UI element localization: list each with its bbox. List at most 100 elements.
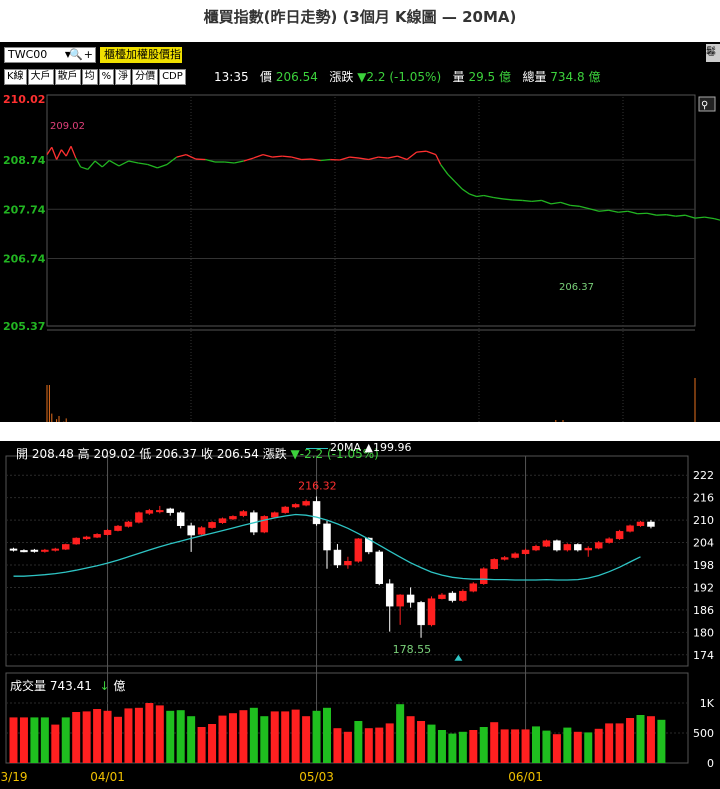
price-segment (685, 214, 696, 219)
y-tick-label: 186 (693, 604, 714, 617)
price-segment (65, 145, 72, 157)
volume-bar (626, 718, 635, 763)
volume-bar (406, 716, 415, 763)
candle-body (459, 590, 467, 601)
candle-body (51, 548, 60, 551)
price-value: 206.54 (275, 70, 318, 84)
tab-0[interactable]: K線 (4, 69, 27, 85)
price-segment (224, 161, 235, 164)
tab-3[interactable]: 均 (81, 69, 98, 85)
price-segment (378, 156, 388, 159)
volume-bar (479, 727, 488, 763)
quote-time: 13:35 (214, 70, 249, 84)
intraday-panel: TWC00 ▼ 🔍 + 櫃檯加權股價指 K線 大戶 散戶均% 淨分價 CDP 13:35… (0, 42, 720, 422)
tab-7[interactable]: CDP (159, 69, 186, 85)
price-segment (387, 155, 398, 159)
volume-bar (448, 733, 457, 763)
price-segment (51, 146, 58, 160)
candle-body (82, 536, 91, 540)
candle-body (93, 534, 101, 538)
volume-bar (9, 717, 18, 763)
volume-info: 成交量 743.41 ↓ 億 (10, 677, 125, 694)
candle-body (574, 544, 582, 551)
low-annotation: 178.55 (393, 643, 432, 656)
volume-bar (511, 729, 520, 763)
volume-bar (552, 734, 561, 763)
low-annotation: 206.37 (559, 282, 594, 293)
price-segment (469, 193, 477, 198)
y-tick-label: 180 (693, 626, 714, 639)
tab-1[interactable]: 大戶 (27, 69, 54, 85)
volume-bar (490, 722, 499, 763)
volume-bar (615, 723, 624, 763)
low-value: 206.37 (155, 447, 198, 461)
volume-bar (594, 728, 603, 763)
high-annotation: 209.02 (50, 121, 85, 132)
volume-bar (281, 711, 290, 763)
y-tick-label: 210 (693, 514, 714, 527)
volume-bar (500, 729, 509, 763)
volume-bar (260, 716, 269, 763)
y-tick-label: 216 (693, 492, 714, 505)
price-segment (176, 153, 187, 158)
price-segment (483, 194, 494, 199)
price-segment (416, 150, 427, 153)
candle-body (605, 538, 613, 543)
price-segment (368, 156, 379, 161)
ma-legend-name: 20MA (330, 441, 362, 454)
search-icon[interactable]: 🔍 (69, 48, 83, 62)
tab-5[interactable]: 淨 (115, 69, 132, 85)
y-tick-label: 198 (693, 559, 714, 572)
tab-2[interactable]: 散戶 (54, 69, 81, 85)
volume-bar (417, 721, 426, 763)
price-segment (109, 159, 120, 167)
candle-body (30, 549, 39, 552)
symbol-input[interactable]: TWC00 ▼ 🔍 + (4, 47, 96, 63)
total-value: 734.8 億 (550, 70, 601, 84)
candle-body (584, 547, 592, 551)
add-icon[interactable]: + (84, 48, 93, 62)
candle-body (176, 512, 185, 526)
candle-body (480, 568, 488, 584)
volume-bar (573, 731, 582, 763)
candle-body (500, 557, 509, 560)
symbol-name: 櫃檯加權股價指 (100, 47, 182, 63)
volume-bar (82, 711, 91, 763)
y-tick-label: 208.74 (3, 154, 46, 167)
volume-bar (61, 717, 70, 763)
price-segment (185, 154, 197, 160)
price-segment (608, 209, 619, 213)
candle-body (302, 501, 310, 506)
tab-6[interactable]: 分價 (132, 69, 159, 85)
price-segment (440, 164, 449, 175)
volume-bar (437, 730, 446, 763)
candle-body (406, 594, 415, 603)
corner-button[interactable]: 鬈 (706, 44, 720, 62)
price-segment (461, 188, 470, 195)
tab-4[interactable]: % (98, 69, 115, 85)
volume-arrow: ↓ (99, 679, 110, 693)
candle-body (469, 583, 478, 592)
candle-body (542, 540, 551, 547)
volume-bar (375, 727, 384, 763)
candle-body (323, 523, 331, 551)
volume-bar (364, 728, 373, 763)
price-label: 價 (260, 70, 273, 84)
ma-legend: 20MA ▲199.96 (306, 441, 411, 454)
intraday-chart: 210.02 208.74 207.74 206.74 205.37 209.02 206.… (3, 93, 720, 422)
y-tick-label: 222 (693, 469, 714, 482)
price-segment (406, 151, 417, 161)
candle-body (333, 549, 342, 566)
close-label: 收 (201, 447, 214, 461)
amount-label: 量 (452, 70, 465, 84)
candle-body (291, 504, 300, 508)
candle-body (490, 559, 498, 569)
candle-body (41, 549, 49, 552)
price-segment (476, 194, 484, 198)
price-segment (627, 210, 638, 215)
volume-bar (19, 717, 28, 763)
candle-body (260, 516, 269, 533)
candle-body (344, 561, 352, 566)
amount-value: 29.5 億 (468, 70, 511, 84)
volume-bar (323, 707, 331, 763)
